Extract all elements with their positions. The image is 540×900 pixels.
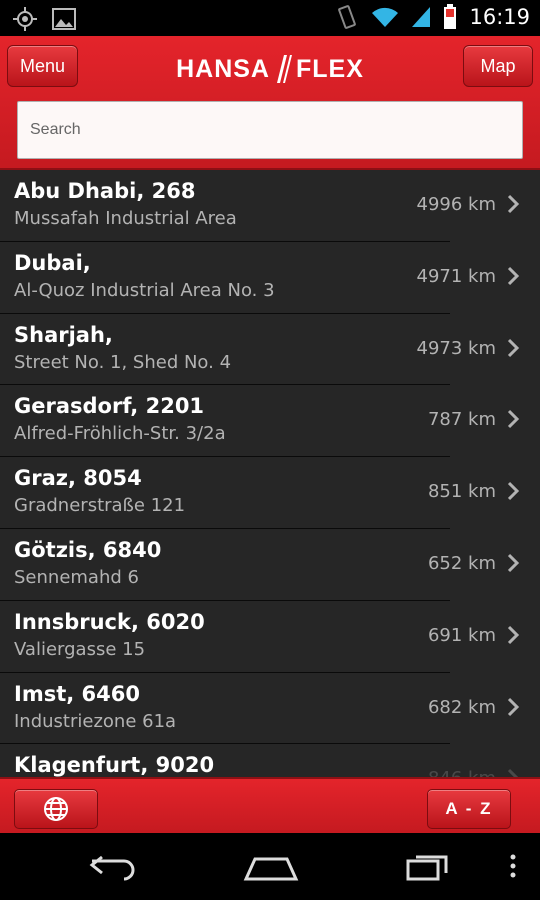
image-notification-icon <box>52 8 76 30</box>
home-icon[interactable] <box>243 851 299 881</box>
location-distance: 787 km <box>427 409 496 431</box>
location-address: Sennemahd 6 <box>14 566 139 588</box>
chevron-right-icon <box>507 769 518 777</box>
location-distance: 851 km <box>427 481 496 503</box>
location-address: Industriezone 61a <box>14 710 177 732</box>
gps-icon <box>12 6 38 32</box>
battery-icon <box>443 4 457 30</box>
location-row[interactable]: Dubai, Al-Quoz Industrial Area No. 3 497… <box>0 242 540 314</box>
location-row[interactable]: Sharjah, Street No. 1, Shed No. 4 4973 k… <box>0 314 540 386</box>
location-row[interactable]: Imst, 6460 Industriezone 61a 682 km <box>0 673 540 745</box>
location-distance: 691 km <box>427 624 496 646</box>
chevron-right-icon <box>507 482 520 501</box>
bottom-toolbar: A - Z <box>0 777 540 833</box>
location-name: Klagenfurt, 9020 <box>14 753 215 777</box>
chevron-right-icon <box>507 410 520 429</box>
location-name: Sharjah, <box>14 322 113 347</box>
overflow-menu-icon[interactable] <box>508 851 518 881</box>
location-list[interactable]: Abu Dhabi, 268 Mussafah Industrial Area … <box>0 170 540 777</box>
location-address: Alfred-Fröhlich-Str. 3/2a <box>14 423 226 445</box>
location-name: Imst, 6460 <box>14 681 140 706</box>
vibrate-icon <box>335 4 359 30</box>
back-icon[interactable] <box>88 851 138 881</box>
location-address: Mussafah Industrial Area <box>14 208 237 229</box>
location-row[interactable]: Gerasdorf, 2201 Alfred-Fröhlich-Str. 3/2… <box>0 385 540 458</box>
location-row[interactable]: Götzis, 6840 Sennemahd 6 652 km <box>0 529 540 601</box>
location-name: Götzis, 6840 <box>14 537 162 562</box>
clock: 16:19 <box>469 5 530 29</box>
app-header: Menu HANSA FLEX Map <box>0 36 540 170</box>
map-button[interactable]: Map <box>463 45 533 87</box>
chevron-right-icon <box>507 266 520 285</box>
signal-icon <box>411 6 431 28</box>
location-distance: 652 km <box>427 552 496 574</box>
location-distance: 4973 km <box>416 337 497 359</box>
location-name: Dubai, <box>14 250 91 275</box>
location-distance: 4971 km <box>416 265 497 287</box>
search-input[interactable] <box>30 102 522 158</box>
location-name: Gerasdorf, 2201 <box>14 394 205 419</box>
chevron-right-icon <box>507 553 520 573</box>
search-field[interactable] <box>17 101 523 159</box>
logo-slash-icon <box>277 55 292 83</box>
chevron-right-icon <box>507 625 520 644</box>
location-distance: 4996 km <box>416 194 497 215</box>
location-address: Gradnerstraße 121 <box>14 495 186 517</box>
location-address: Al-Quoz Industrial Area No. 3 <box>14 279 275 301</box>
location-name: Abu Dhabi, 268 <box>14 179 196 203</box>
chevron-right-icon <box>507 194 520 214</box>
recent-apps-icon[interactable] <box>404 851 452 881</box>
location-distance: 682 km <box>427 696 496 718</box>
menu-button[interactable]: Menu <box>7 45 78 87</box>
sort-az-button[interactable]: A - Z <box>427 789 511 829</box>
hansaflex-logo: HANSA FLEX <box>176 54 364 83</box>
chevron-right-icon <box>507 697 520 716</box>
wifi-icon <box>371 6 399 28</box>
location-row[interactable]: Abu Dhabi, 268 Mussafah Industrial Area … <box>0 170 540 242</box>
system-nav-bar <box>0 833 540 900</box>
location-row[interactable]: Klagenfurt, 9020 846 km <box>0 744 540 777</box>
location-address: Valiergasse 15 <box>14 638 146 660</box>
location-name: Graz, 8054 <box>14 466 142 491</box>
location-distance: 846 km <box>428 768 496 777</box>
status-bar: 16:19 <box>0 0 540 36</box>
location-address: Street No. 1, Shed No. 4 <box>14 351 232 373</box>
chevron-right-icon <box>507 338 520 357</box>
location-row[interactable]: Innsbruck, 6020 Valiergasse 15 691 km <box>0 601 540 673</box>
language-button[interactable] <box>14 789 98 829</box>
location-name: Innsbruck, 6020 <box>14 609 205 634</box>
location-row[interactable]: Graz, 8054 Gradnerstraße 121 851 km <box>0 457 540 529</box>
globe-icon <box>44 797 68 821</box>
